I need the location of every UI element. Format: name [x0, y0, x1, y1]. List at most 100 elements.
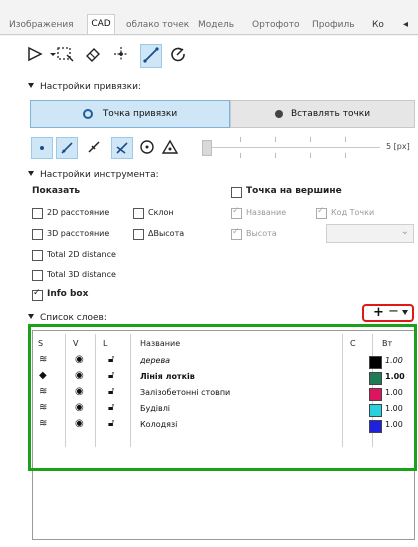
- layer-width[interactable]: 1.00: [385, 388, 403, 397]
- lock-icon[interactable]: 🔓︎: [108, 370, 114, 381]
- layer-stack-icon[interactable]: ≋: [39, 386, 47, 397]
- layer-row-active[interactable]: ◆ ◉ 🔓︎ Лінія лотків 1.00: [30, 370, 405, 385]
- tab-model[interactable]: Модель: [198, 16, 240, 34]
- slider-tick: [310, 137, 311, 142]
- tab-profile[interactable]: Профиль: [312, 16, 360, 34]
- line-tool-icon[interactable]: [140, 44, 162, 68]
- lock-icon[interactable]: 🔓︎: [108, 418, 114, 429]
- snap-settings-header[interactable]: Настройки привязки:: [28, 82, 141, 92]
- col-header-name: Название: [140, 339, 181, 348]
- layer-stack-active-icon[interactable]: ◆: [39, 370, 47, 381]
- tab-divider: [0, 34, 418, 35]
- total3d-checkbox[interactable]: [32, 270, 43, 281]
- collapse-triangle-icon: [28, 314, 34, 319]
- total3d-label: Total 3D distance: [47, 270, 116, 279]
- visibility-eye-icon[interactable]: ◉: [75, 418, 84, 429]
- snap-intersection-icon[interactable]: [111, 137, 133, 159]
- slider-handle[interactable]: [202, 140, 212, 156]
- circle-edit-icon[interactable]: [168, 44, 188, 66]
- tool-settings-title: Настройки инструмента:: [40, 170, 159, 180]
- slider-tick: [345, 137, 346, 142]
- infobox-checkbox[interactable]: [32, 288, 43, 301]
- dist3d-checkbox[interactable]: [32, 229, 43, 240]
- radio-selected-icon: [82, 109, 93, 119]
- layer-row[interactable]: ≋ ◉ 🔓︎ Будівлі 1.00: [30, 402, 405, 417]
- dist2d-label: 2D расстояние: [47, 208, 110, 217]
- collapse-triangle-icon: [28, 83, 34, 88]
- lock-icon[interactable]: 🔓︎: [108, 386, 114, 397]
- dheight-checkbox[interactable]: [133, 229, 144, 240]
- slider-tick: [240, 153, 241, 158]
- layer-menu-chevron-icon[interactable]: [402, 310, 408, 315]
- slider-tick: [310, 153, 311, 158]
- dist3d-label: 3D расстояние: [47, 229, 110, 238]
- select-arrow-icon[interactable]: [25, 44, 45, 66]
- snap-midpoint-icon[interactable]: [84, 137, 104, 157]
- chevron-down-icon[interactable]: [43, 44, 56, 66]
- layer-row[interactable]: ≋ ◉ 🔓︎ Колодязі 1.00: [30, 418, 405, 433]
- tab-point-cloud[interactable]: облако точек: [126, 16, 189, 34]
- total2d-checkbox[interactable]: [32, 250, 43, 261]
- layer-name: Будівлі: [140, 404, 171, 413]
- collapse-triangle-icon: [28, 171, 34, 176]
- visibility-eye-icon[interactable]: ◉: [75, 386, 84, 397]
- point-code-checkbox[interactable]: [316, 206, 327, 219]
- box-select-icon[interactable]: [55, 44, 75, 66]
- layer-stack-icon[interactable]: ≋: [39, 402, 47, 413]
- slider-tick: [240, 137, 241, 142]
- point-code-label: Код Точки: [331, 208, 375, 217]
- add-layer-button[interactable]: +: [373, 305, 384, 320]
- tab-scroll-icon[interactable]: ◂: [403, 16, 415, 34]
- name-checkbox[interactable]: [231, 206, 242, 219]
- slider-tick: [275, 153, 276, 158]
- visibility-eye-icon[interactable]: ◉: [75, 354, 84, 365]
- tab-images[interactable]: Изображения: [9, 16, 74, 34]
- layer-stack-icon[interactable]: ≋: [39, 418, 47, 429]
- remove-layer-button[interactable]: −: [388, 304, 399, 319]
- visibility-eye-icon[interactable]: ◉: [75, 370, 84, 381]
- height-checkbox[interactable]: [231, 227, 242, 240]
- insert-points-label: Вставлять точки: [290, 109, 371, 119]
- layer-color-swatch[interactable]: [369, 388, 382, 401]
- snap-point-label: Точка привязки: [102, 109, 178, 119]
- layer-row[interactable]: ≋ ◉ 🔓︎ дерева 1.00: [30, 354, 405, 369]
- chevron-down-icon: ⌄: [400, 226, 409, 237]
- lock-icon[interactable]: 🔓︎: [108, 402, 114, 413]
- slope-label: Склон: [148, 208, 174, 217]
- layer-stack-icon[interactable]: ≋: [39, 354, 47, 365]
- slope-checkbox[interactable]: [133, 208, 144, 219]
- layer-color-swatch[interactable]: [369, 420, 382, 433]
- snap-triangle-icon[interactable]: [160, 137, 180, 157]
- layers-header[interactable]: Список слоев:: [28, 313, 107, 323]
- layer-width[interactable]: 1.00: [385, 420, 403, 429]
- layer-width[interactable]: 1.00: [385, 404, 403, 413]
- tab-orthophoto[interactable]: Ортофото: [252, 16, 300, 34]
- tab-cad[interactable]: CAD: [87, 14, 115, 35]
- slider-track[interactable]: [212, 147, 380, 148]
- lock-icon[interactable]: 🔓︎: [108, 354, 114, 365]
- layer-name: Залізобетонні стовпи: [140, 388, 231, 397]
- height-dropdown[interactable]: ⌄: [326, 224, 414, 243]
- insert-points-button[interactable]: Вставлять точки: [230, 100, 415, 128]
- snap-line-icon[interactable]: [56, 137, 78, 159]
- point-on-vertex-checkbox[interactable]: [231, 187, 242, 198]
- layer-width[interactable]: 1.00: [385, 356, 403, 365]
- point-icon[interactable]: [111, 44, 131, 66]
- layer-name: дерева: [140, 356, 171, 365]
- slider-tick: [345, 153, 346, 158]
- layer-width[interactable]: 1.00: [385, 372, 405, 381]
- layer-name: Колодязі: [140, 420, 178, 429]
- layer-color-swatch[interactable]: [369, 404, 382, 417]
- snap-center-icon[interactable]: [137, 137, 157, 157]
- dist2d-checkbox[interactable]: [32, 208, 43, 219]
- eraser-icon[interactable]: [83, 44, 103, 66]
- visibility-eye-icon[interactable]: ◉: [75, 402, 84, 413]
- layer-color-swatch[interactable]: [369, 372, 382, 385]
- layer-row[interactable]: ≋ ◉ 🔓︎ Залізобетонні стовпи 1.00: [30, 386, 405, 401]
- height-label: Высота: [246, 229, 277, 238]
- col-header-color: C: [350, 339, 356, 348]
- snap-point-button[interactable]: Точка привязки: [30, 100, 230, 128]
- snap-endpoint-icon[interactable]: [31, 137, 53, 159]
- layer-color-swatch[interactable]: [369, 356, 382, 369]
- tool-settings-header[interactable]: Настройки инструмента:: [28, 170, 159, 180]
